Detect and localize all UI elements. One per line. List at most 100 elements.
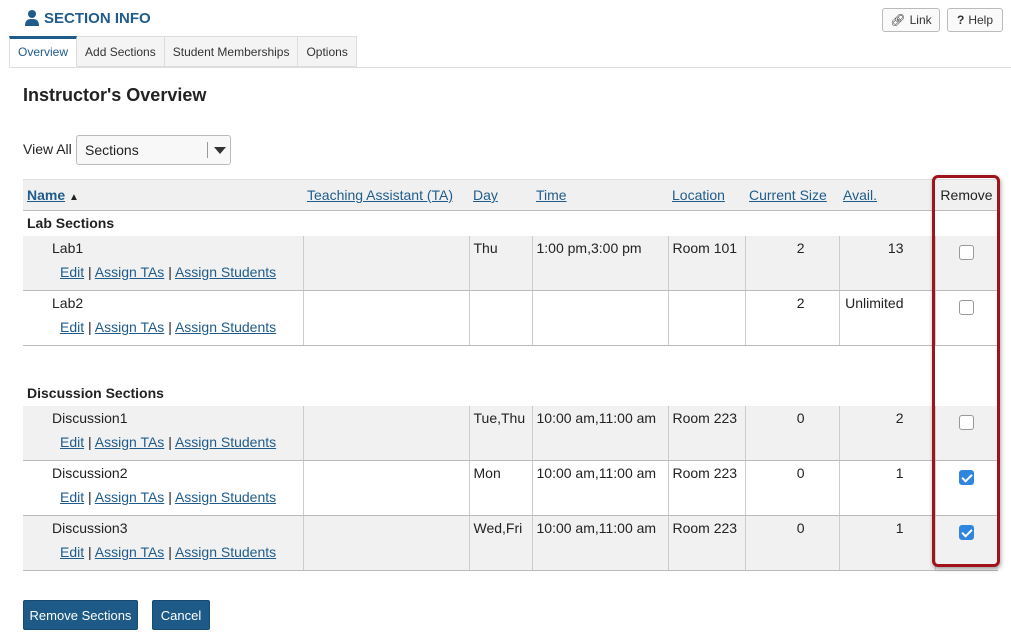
section-cell: Discussion2 Edit | Assign TAs | Assign St… bbox=[23, 460, 303, 516]
column-header-location[interactable]: Location bbox=[668, 179, 745, 211]
spacer-cell bbox=[23, 346, 998, 381]
cell-ta bbox=[302, 290, 469, 346]
assign-students-link[interactable]: Assign Students bbox=[175, 489, 276, 505]
table-row: Lab1 Edit | Assign TAs | Assign Students T… bbox=[23, 235, 998, 291]
action-separator: | bbox=[88, 263, 92, 280]
action-separator: | bbox=[88, 544, 92, 560]
tab-divider bbox=[9, 67, 1011, 68]
remove-checkbox[interactable] bbox=[959, 244, 975, 260]
sort-avail-link[interactable]: Avail. bbox=[843, 187, 877, 203]
cell-location: Room 101 bbox=[667, 235, 745, 291]
remove-checkbox[interactable] bbox=[959, 470, 975, 485]
cell-time: 10:00 am,11:00 am bbox=[531, 460, 668, 516]
column-header-avail[interactable]: Avail. bbox=[839, 179, 935, 211]
remove-checkbox[interactable] bbox=[959, 300, 975, 315]
assign-tas-link[interactable]: Assign TAs bbox=[95, 434, 165, 450]
assign-students-link[interactable]: Assign Students bbox=[175, 544, 276, 560]
select-divider bbox=[207, 142, 208, 158]
assign-tas-link[interactable]: Assign TAs bbox=[95, 489, 165, 505]
column-header-ta[interactable]: Teaching Assistant (TA) bbox=[303, 179, 469, 211]
chevron-down-icon bbox=[214, 147, 226, 154]
cell-size: 0 bbox=[744, 460, 839, 516]
cell-time: 10:00 am,11:00 am bbox=[531, 405, 668, 461]
sort-ascending-icon: ▲ bbox=[69, 192, 79, 203]
section-cell: Lab2 Edit | Assign TAs | Assign Students bbox=[23, 290, 303, 346]
cell-day: Tue,Thu bbox=[468, 405, 532, 461]
remove-sections-button[interactable]: Remove Sections bbox=[23, 600, 138, 630]
category-spacer bbox=[23, 346, 998, 381]
column-header-size[interactable]: Current Size bbox=[745, 179, 839, 211]
tab-add-sections[interactable]: Add Sections bbox=[77, 36, 165, 67]
tab-student-memberships[interactable]: Student Memberships bbox=[164, 36, 299, 67]
page-title: Instructor's Overview bbox=[23, 85, 207, 105]
link-button[interactable]: 🔗︎ Link bbox=[882, 8, 940, 32]
action-separator: | bbox=[168, 319, 172, 335]
assign-students-link[interactable]: Assign Students bbox=[175, 434, 276, 450]
help-button-label: Help bbox=[968, 13, 994, 27]
assign-tas-link[interactable]: Assign TAs bbox=[95, 319, 165, 335]
cell-remove bbox=[934, 405, 998, 461]
section-name: Discussion3 bbox=[52, 520, 128, 536]
tool-header: SECTION INFO 🔗︎ Link ? Help bbox=[0, 0, 1011, 36]
section-actions: Edit | Assign TAs | Assign Students bbox=[27, 434, 299, 450]
column-header-remove: Remove bbox=[935, 179, 998, 211]
category-row: Lab Sections bbox=[23, 211, 998, 236]
assign-tas-link[interactable]: Assign TAs bbox=[95, 544, 165, 560]
edit-link[interactable]: Edit bbox=[60, 434, 84, 450]
remove-checkbox[interactable] bbox=[959, 414, 975, 430]
cell-remove bbox=[934, 290, 998, 346]
edit-link[interactable]: Edit bbox=[60, 489, 84, 505]
link-icon: 🔗︎ bbox=[890, 13, 906, 27]
edit-link[interactable]: Edit bbox=[60, 319, 84, 335]
cell-ta bbox=[302, 405, 469, 461]
cell-day bbox=[468, 290, 532, 346]
category-row: Discussion Sections bbox=[23, 381, 998, 406]
sort-time-link[interactable]: Time bbox=[536, 187, 567, 203]
cell-day: Wed,Fri bbox=[468, 515, 532, 571]
remove-checkbox[interactable] bbox=[959, 525, 975, 540]
sort-size-link[interactable]: Current Size bbox=[749, 187, 827, 203]
action-separator: | bbox=[168, 433, 172, 450]
tab-overview[interactable]: Overview bbox=[9, 36, 78, 67]
action-separator: | bbox=[168, 489, 172, 505]
tool-tabs: Overview Add Sections Student Membership… bbox=[9, 36, 357, 67]
sort-location-link[interactable]: Location bbox=[672, 187, 725, 203]
section-cell: Discussion1 Edit | Assign TAs | Assign St… bbox=[23, 405, 303, 461]
column-header-time[interactable]: Time bbox=[532, 179, 668, 211]
tab-options[interactable]: Options bbox=[298, 36, 357, 67]
tool-title-text: SECTION INFO bbox=[44, 9, 151, 27]
action-separator: | bbox=[88, 319, 92, 335]
section-cell: Discussion3 Edit | Assign TAs | Assign St… bbox=[23, 515, 303, 571]
cell-time: 1:00 pm,3:00 pm bbox=[531, 235, 668, 291]
table-row: Discussion3 Edit | Assign TAs | Assign St… bbox=[23, 515, 998, 571]
action-separator: | bbox=[168, 544, 172, 560]
assign-students-link[interactable]: Assign Students bbox=[175, 264, 276, 280]
view-all-label: View All bbox=[23, 141, 72, 157]
column-header-name[interactable]: Name ▲ bbox=[23, 179, 303, 211]
cell-ta bbox=[302, 460, 469, 516]
section-actions: Edit | Assign TAs | Assign Students bbox=[27, 489, 299, 505]
cancel-button[interactable]: Cancel bbox=[152, 600, 210, 630]
action-separator: | bbox=[168, 263, 172, 280]
assign-students-link[interactable]: Assign Students bbox=[175, 319, 276, 335]
view-all-select[interactable]: Sections bbox=[76, 135, 231, 165]
section-actions: Edit | Assign TAs | Assign Students bbox=[27, 544, 299, 560]
section-cell: Lab1 Edit | Assign TAs | Assign Students bbox=[23, 235, 303, 291]
edit-link[interactable]: Edit bbox=[60, 264, 84, 280]
section-name: Discussion1 bbox=[52, 409, 128, 426]
cell-avail: 1 bbox=[838, 460, 935, 516]
cell-avail: Unlimited bbox=[838, 290, 935, 346]
assign-tas-link[interactable]: Assign TAs bbox=[95, 264, 165, 280]
sort-ta-link[interactable]: Teaching Assistant (TA) bbox=[307, 187, 453, 203]
sort-name-link[interactable]: Name bbox=[27, 187, 65, 203]
section-actions: Edit | Assign TAs | Assign Students bbox=[27, 264, 299, 280]
cell-day: Mon bbox=[468, 460, 532, 516]
cell-location: Room 223 bbox=[667, 515, 745, 571]
sort-day-link[interactable]: Day bbox=[473, 187, 498, 203]
sections-table-body: Lab Sections Lab1 Edit | Assign TAs | Assi… bbox=[23, 211, 998, 571]
help-button[interactable]: ? Help bbox=[947, 8, 1003, 32]
sections-table: Name ▲ Teaching Assistant (TA) Day Time … bbox=[23, 179, 998, 571]
action-separator: | bbox=[88, 433, 92, 450]
column-header-day[interactable]: Day bbox=[469, 179, 532, 211]
edit-link[interactable]: Edit bbox=[60, 544, 84, 560]
